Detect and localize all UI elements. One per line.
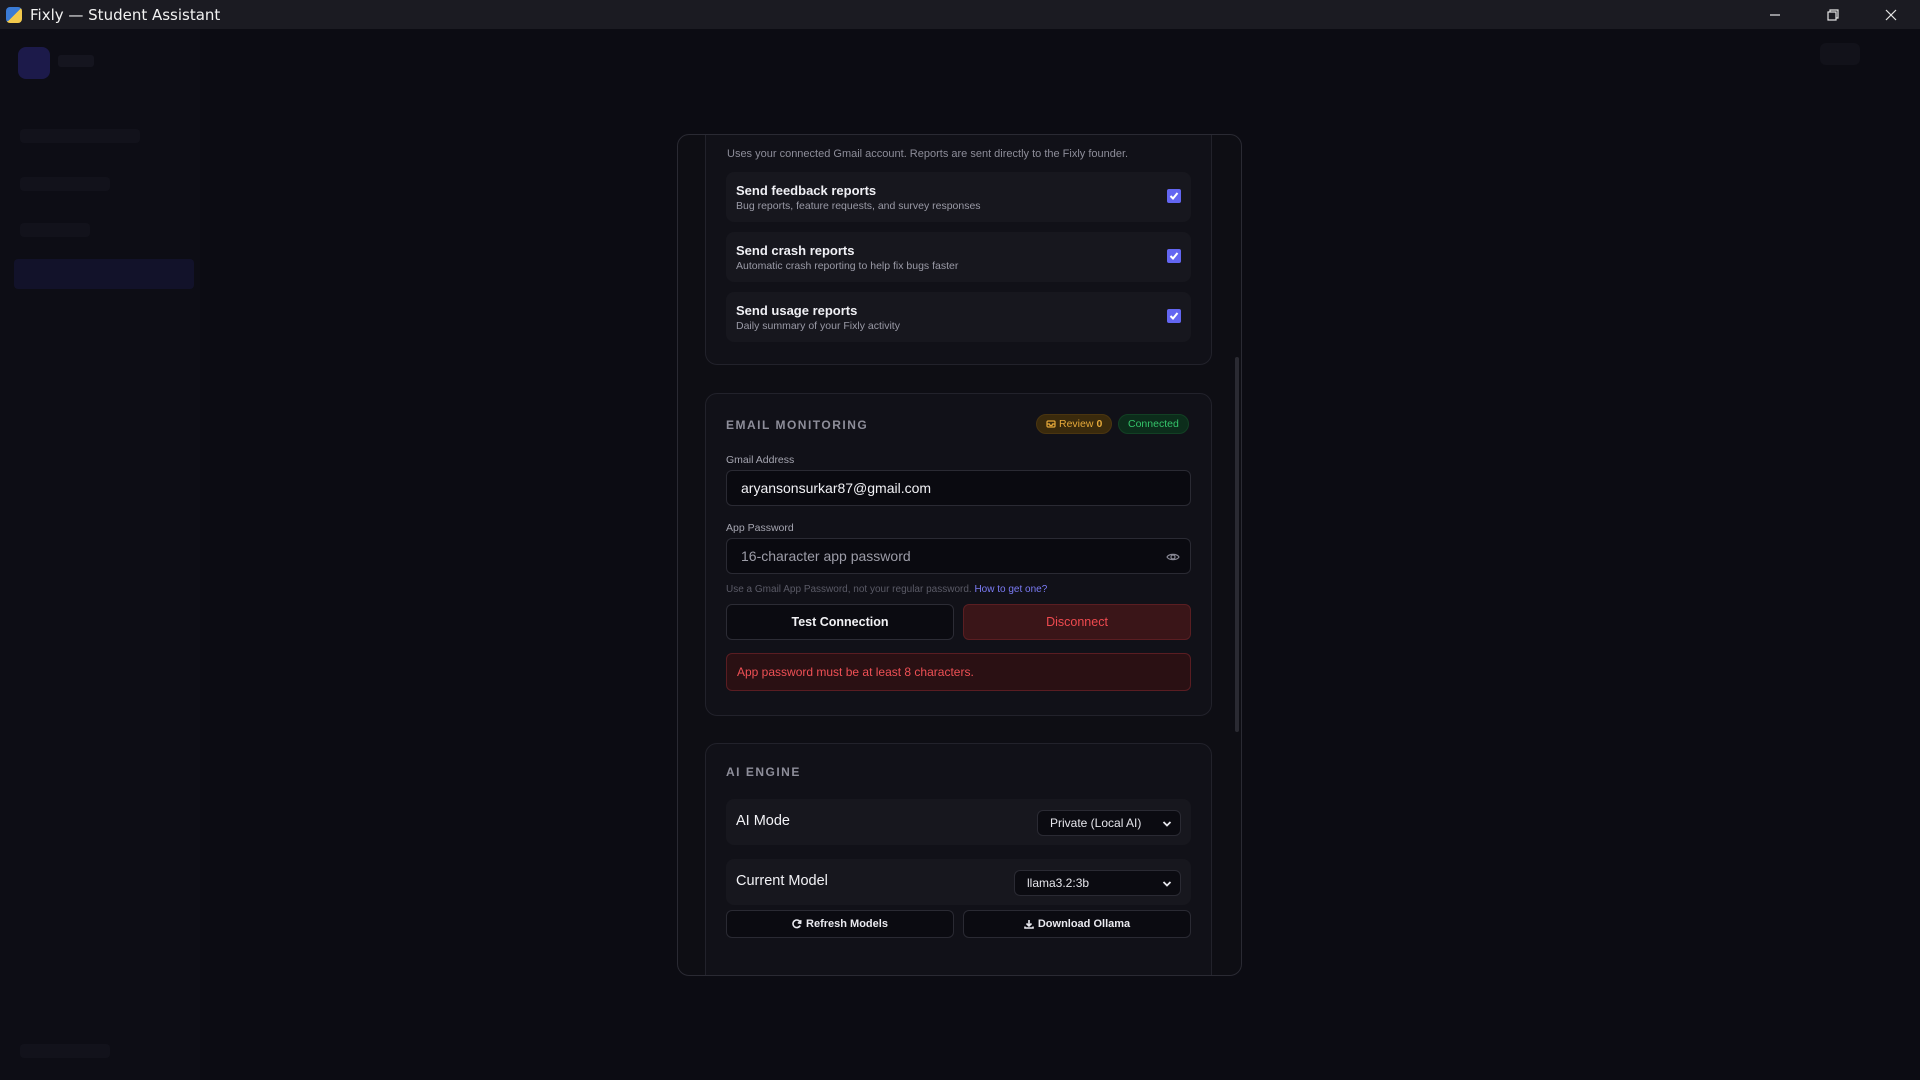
download-ollama-label: Download Ollama — [1037, 918, 1131, 930]
chevron-down-icon — [1162, 821, 1172, 827]
background-sidebar — [0, 29, 200, 1080]
refresh-icon — [792, 919, 802, 929]
app-logo-icon — [6, 6, 22, 23]
password-help-message: Use a Gmail App Password, not your regul… — [726, 584, 972, 595]
download-icon — [1024, 920, 1034, 929]
how-to-get-link[interactable]: How to get one? — [974, 584, 1047, 595]
restore-icon — [1827, 8, 1839, 21]
window-title: Fixly — Student Assistant — [30, 5, 221, 24]
ai-engine-card: AI ENGINE AI Mode Private (Local AI) Cur… — [705, 743, 1212, 975]
password-help-text: Use a Gmail App Password, not your regul… — [726, 584, 1047, 595]
background-header-control — [1820, 43, 1860, 65]
inbox-icon — [1046, 420, 1056, 428]
feedback-reports-row[interactable]: Send feedback reports Bug reports, featu… — [726, 172, 1191, 222]
background-nav-item — [20, 223, 90, 237]
feedback-reports-title: Send feedback reports — [736, 183, 877, 198]
background-logo-text — [58, 55, 94, 67]
review-count: 0 — [1096, 418, 1103, 430]
feedback-reports-checkbox[interactable] — [1167, 189, 1181, 203]
background-sidebar-footer — [20, 1044, 110, 1058]
usage-reports-row[interactable]: Send usage reports Daily summary of your… — [726, 292, 1191, 342]
current-model-select[interactable]: llama3.2:3b — [1014, 870, 1181, 896]
background-nav-item — [20, 177, 110, 191]
usage-reports-title: Send usage reports — [736, 303, 858, 318]
gmail-address-label: Gmail Address — [726, 454, 795, 466]
feedback-reports-subtitle: Bug reports, feature requests, and surve… — [736, 200, 981, 212]
modal-scrollbar[interactable] — [1235, 357, 1239, 732]
usage-reports-subtitle: Daily summary of your Fixly activity — [736, 320, 900, 332]
connection-status-badge: Connected — [1118, 414, 1189, 434]
check-icon — [1169, 252, 1179, 260]
gmail-address-input[interactable]: aryansonsurkar87@gmail.com — [726, 470, 1191, 506]
crash-reports-subtitle: Automatic crash reporting to help fix bu… — [736, 260, 959, 272]
refresh-models-button[interactable]: Refresh Models — [726, 910, 954, 938]
minimize-button[interactable] — [1746, 0, 1804, 29]
check-icon — [1169, 312, 1179, 320]
current-model-row: Current Model llama3.2:3b — [726, 859, 1191, 905]
reports-note: Uses your connected Gmail account. Repor… — [727, 148, 1129, 160]
usage-reports-checkbox[interactable] — [1167, 309, 1181, 323]
background-nav-item — [20, 129, 140, 143]
chevron-down-icon — [1162, 881, 1172, 887]
ai-mode-row: AI Mode Private (Local AI) — [726, 799, 1191, 845]
eye-icon[interactable] — [1166, 550, 1180, 564]
ai-mode-select[interactable]: Private (Local AI) — [1037, 810, 1181, 836]
ai-mode-value: Private (Local AI) — [1050, 816, 1142, 830]
crash-reports-row[interactable]: Send crash reports Automatic crash repor… — [726, 232, 1191, 282]
test-connection-button[interactable]: Test Connection — [726, 604, 954, 640]
crash-reports-checkbox[interactable] — [1167, 249, 1181, 263]
app-password-label: App Password — [726, 522, 794, 534]
email-monitoring-title: EMAIL MONITORING — [726, 418, 869, 432]
crash-reports-title: Send crash reports — [736, 243, 855, 258]
download-ollama-button[interactable]: Download Ollama — [963, 910, 1191, 938]
email-monitoring-card: EMAIL MONITORING Review 0 Connected Gmai… — [705, 393, 1212, 716]
current-model-label: Current Model — [736, 873, 828, 889]
ai-engine-title: AI ENGINE — [726, 765, 801, 779]
error-message: App password must be at least 8 characte… — [726, 653, 1191, 691]
restore-button[interactable] — [1804, 0, 1862, 29]
current-model-value: llama3.2:3b — [1027, 876, 1090, 890]
close-icon — [1885, 9, 1897, 20]
ai-mode-label: AI Mode — [736, 813, 790, 829]
background-nav-item-active — [14, 259, 194, 289]
minimize-icon — [1770, 13, 1780, 16]
window-titlebar: Fixly — Student Assistant — [0, 0, 1920, 29]
settings-modal: Uses your connected Gmail account. Repor… — [677, 134, 1242, 976]
disconnect-button[interactable]: Disconnect — [963, 604, 1191, 640]
refresh-models-label: Refresh Models — [806, 918, 888, 930]
reports-card: Uses your connected Gmail account. Repor… — [705, 135, 1212, 365]
app-password-placeholder: 16-character app password — [741, 548, 911, 564]
check-icon — [1169, 192, 1179, 200]
close-button[interactable] — [1862, 0, 1920, 29]
background-logo — [18, 47, 50, 79]
review-label: Review — [1059, 418, 1094, 430]
review-badge[interactable]: Review 0 — [1036, 414, 1113, 434]
app-password-input[interactable]: 16-character app password — [726, 538, 1191, 574]
